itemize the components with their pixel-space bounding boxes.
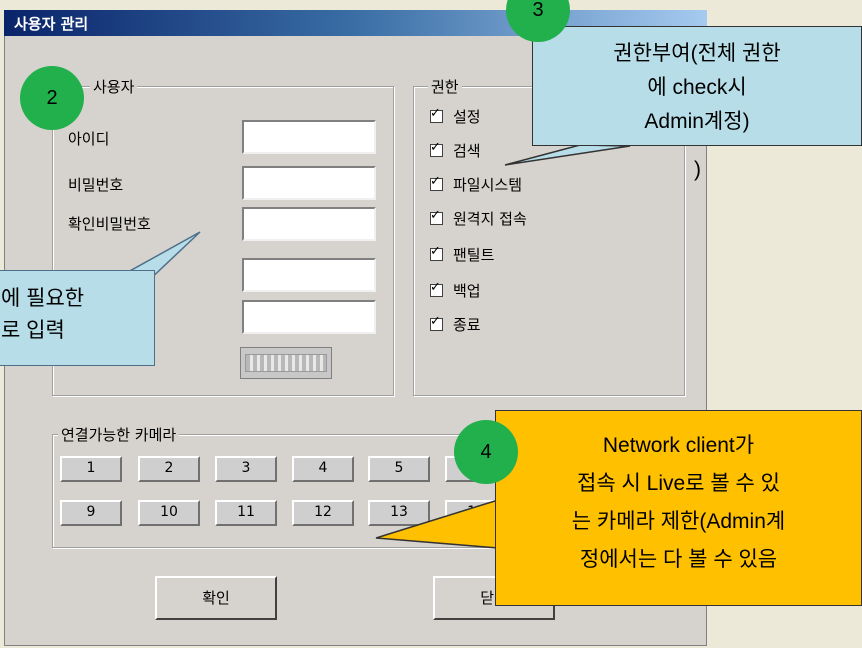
callout-4-line-4: 정에서는 다 볼 수 있음 [579,548,778,571]
callout-4-line-3: 는 카메라 제한(Admin계 [571,510,786,533]
callout-4-badge: 4 [454,420,518,484]
callout-4: Network client가 접속 시 Live로 볼 수 있 는 카메라 제… [495,410,862,606]
callout-4-line-1: Network client가 [602,434,755,457]
callout-4-line-2: 접속 시 Live로 볼 수 있 [577,472,780,495]
